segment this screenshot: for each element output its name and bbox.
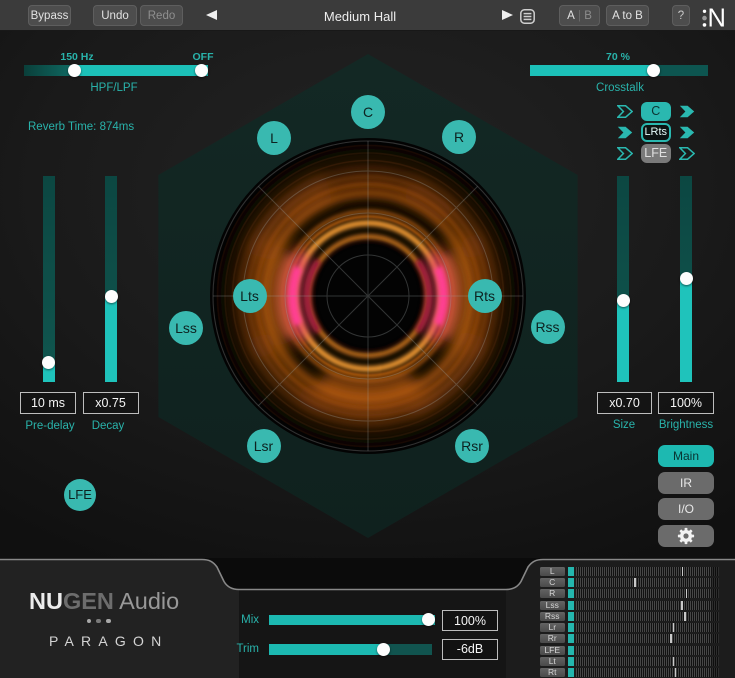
svg-text:N: N <box>708 5 726 31</box>
